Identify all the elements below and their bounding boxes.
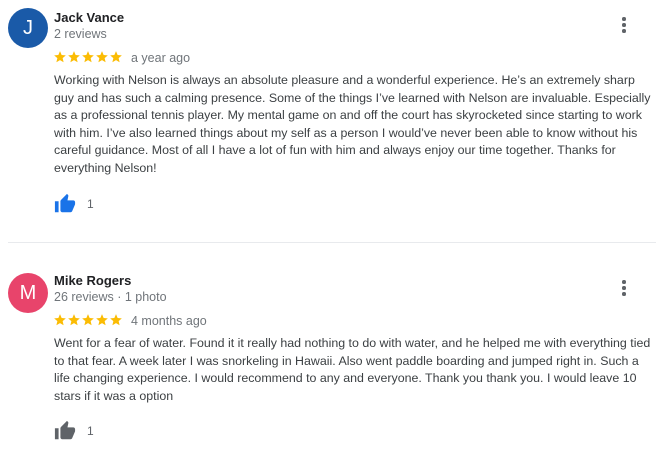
thumbs-up-icon[interactable] (53, 420, 77, 442)
review-date: 4 months ago (131, 314, 207, 328)
review-text: Went for a fear of water. Found it it re… (54, 336, 651, 403)
star-icon (110, 51, 122, 63)
reviewer-name[interactable]: Mike Rogers (54, 273, 131, 288)
like-count: 1 (87, 197, 94, 211)
star-icon (96, 314, 108, 326)
thumbs-up-icon[interactable] (53, 193, 77, 215)
more-options-icon[interactable] (614, 15, 634, 35)
reviewer-meta[interactable]: 26 reviews · 1 photo (54, 290, 167, 304)
review-text: Working with Nelson is always an absolut… (54, 73, 651, 175)
like-count: 1 (87, 424, 94, 438)
star-icon (68, 51, 80, 63)
avatar[interactable]: J (8, 8, 48, 48)
review-date: a year ago (131, 51, 191, 65)
star-icon (68, 314, 80, 326)
divider (8, 242, 656, 243)
star-icon (54, 314, 66, 326)
star-icon (54, 51, 66, 63)
star-icon (110, 314, 122, 326)
star-icon (82, 51, 94, 63)
star-icon (96, 51, 108, 63)
more-options-icon[interactable] (614, 278, 634, 298)
star-rating (53, 49, 123, 65)
like-button[interactable]: 1 (53, 420, 94, 442)
like-button[interactable]: 1 (53, 193, 94, 215)
reviewer-meta[interactable]: 2 reviews (54, 27, 107, 41)
reviewer-name[interactable]: Jack Vance (54, 10, 124, 25)
avatar[interactable]: M (8, 273, 48, 313)
star-icon (82, 314, 94, 326)
star-rating (53, 312, 123, 328)
